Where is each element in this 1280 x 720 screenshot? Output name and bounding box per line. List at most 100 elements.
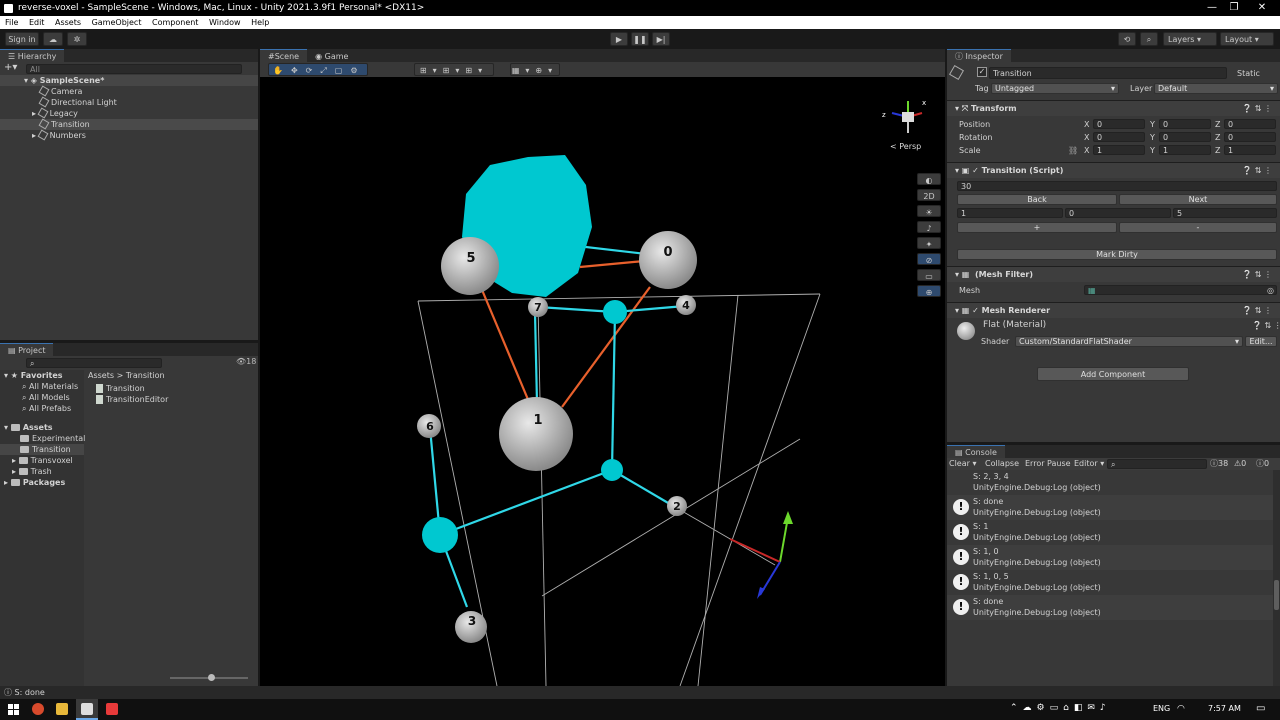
script-value-field[interactable]: 30 [957,181,1277,191]
console-scrollbar[interactable] [1273,470,1280,686]
menu-file[interactable]: File [5,18,18,27]
cyan-sphere[interactable] [601,459,623,481]
file-transition[interactable]: Transition [96,383,145,394]
editor-dropdown[interactable]: Editor ▾ [1074,458,1104,469]
light-toggle-icon[interactable]: ☀ [917,205,941,217]
packages-folder[interactable]: ▸ Packages [4,477,65,488]
position-z-field[interactable]: 0 [1224,119,1276,129]
script-int-field-3[interactable]: 5 [1173,208,1277,218]
position-y-field[interactable]: 0 [1159,119,1211,129]
perspective-label[interactable]: < Persp [890,142,921,151]
plus-button[interactable]: + [957,222,1117,233]
cloud-icon[interactable]: ☁ [43,32,63,46]
close-icon[interactable]: ✕ [1250,0,1274,16]
project-search-input[interactable]: ⌕ [26,358,162,368]
history-icon[interactable]: ⟲ [1118,32,1136,46]
transform-header[interactable]: ▾ ⤧ Transform ❔ ⇅ ⋮ [947,100,1280,116]
wifi-icon[interactable]: ◠ [1177,704,1185,714]
folder-transvoxel[interactable]: ▸ Transvoxel [12,455,73,466]
folder-trash[interactable]: ▸ Trash [12,466,52,477]
scale-x-field[interactable]: 1 [1093,145,1145,155]
tab-inspector[interactable]: ⓘ Inspector [947,49,1011,62]
grid-tools[interactable]: ▦▾⊕▾ [510,63,560,76]
mark-dirty-button[interactable]: Mark Dirty [957,249,1277,260]
layout-dropdown[interactable]: Layout ▾ [1220,32,1274,46]
script-int-field-2[interactable]: 0 [1065,208,1171,218]
menu-window[interactable]: Window [209,18,241,27]
scene-row[interactable]: ▾ ◈ SampleScene* [0,75,258,86]
favorites-header[interactable]: ▾ ★ Favorites [4,370,63,381]
rotation-y-field[interactable]: 0 [1159,132,1211,142]
gizmo-y-arrow[interactable] [783,511,793,524]
layer-dropdown[interactable]: Default ▾ [1154,83,1278,94]
info-count-badge[interactable]: ⓘ38 [1210,458,1228,469]
2d-toggle-button[interactable]: 2D [917,189,941,201]
cyan-sphere[interactable] [603,300,627,324]
hierarchy-item-numbers[interactable]: ▸ Numbers [32,129,86,141]
console-search-input[interactable]: ⌕ [1107,459,1207,469]
scale-z-field[interactable]: 1 [1224,145,1276,155]
transition-script-header[interactable]: ▾ ▣ ✓ Transition (Script) ❔ ⇅ ⋮ [947,162,1280,178]
breadcrumb-transition[interactable]: Transition [126,371,165,380]
folder-experimental[interactable]: Experimental [20,433,85,444]
object-picker-icon[interactable]: ◎ [1267,286,1274,295]
minimize-icon[interactable]: — [1200,0,1224,16]
node-sphere-5[interactable] [441,237,499,295]
log-entry-text[interactable]: UnityEngine.Debug:Log (object) [973,482,1101,493]
fav-all-prefabs[interactable]: ⌕ All Prefabs [22,403,71,414]
status-text[interactable]: S: done [15,688,45,697]
assets-folder[interactable]: ▾ Assets [4,422,53,433]
mesh-renderer-header[interactable]: ▾ ▦ ✓ Mesh Renderer ❔ ⇅ ⋮ [947,302,1280,318]
language-indicator[interactable]: ENG [1153,704,1170,713]
zoom-slider[interactable] [170,674,248,681]
notification-icon[interactable]: ▭ [1256,703,1265,714]
constrain-proportions-icon[interactable]: ⛓ [1068,145,1078,156]
hierarchy-item-camera[interactable]: Camera [38,85,82,97]
effects-icon[interactable]: ✦ [917,237,941,249]
collapse-toggle[interactable]: Collapse [985,458,1019,469]
menu-component[interactable]: Component [152,18,198,27]
gizmos-icon[interactable]: ⊕ [917,285,941,297]
file-transition-editor[interactable]: TransitionEditor [96,394,168,405]
tab-scene[interactable]: #Scene [260,49,308,62]
scene-viewport[interactable]: 5 0 7 4 1 6 2 3 z x < Persp [260,77,945,686]
log-entry-text[interactable]: S: 1 [973,521,988,532]
hierarchy-item-light[interactable]: Directional Light [38,96,117,108]
search-icon[interactable]: ⌕ [1140,32,1158,46]
file-explorer-icon[interactable] [56,703,68,715]
recorder-icon[interactable] [106,703,118,715]
fav-all-materials[interactable]: ⌕ All Materials [22,381,78,392]
zoom-slider-handle[interactable] [208,674,215,681]
unity-taskbar-item[interactable] [76,699,98,720]
log-entry-text[interactable]: S: 1, 0, 5 [973,571,1009,582]
position-x-field[interactable]: 0 [1093,119,1145,129]
breadcrumb-assets[interactable]: Assets [88,371,114,380]
material-options-icon[interactable]: ❔ ⇅ ⋮ [1252,320,1280,331]
hierarchy-search-input[interactable]: All [26,64,242,74]
tab-hierarchy[interactable]: ☰ Hierarchy [0,49,65,62]
tab-console[interactable]: ▤ Console [947,445,1005,458]
pause-icon[interactable]: ❚❚ [631,32,649,46]
add-icon[interactable]: +▾ [4,63,18,74]
hierarchy-item-transition[interactable]: Transition [0,118,258,130]
clock[interactable]: 7:57 AM [1208,704,1241,713]
pivot-tools[interactable]: ⊞▾⊞▾⊞▾ [414,63,494,76]
overlay-button[interactable]: ◐ [917,173,941,185]
maximize-icon[interactable]: ❐ [1222,0,1246,16]
active-checkbox[interactable]: ✓ [977,67,987,77]
menu-help[interactable]: Help [251,18,269,27]
tray-icons[interactable]: ⌃☁⚙▭⌂◧✉♪ [1010,703,1111,713]
camera-icon[interactable]: ▭ [917,269,941,281]
menu-gameobject[interactable]: GameObject [92,18,142,27]
next-button[interactable]: Next [1119,194,1277,205]
hidden-toggle-icon[interactable]: ⊘ [917,253,941,265]
windows-start-icon[interactable] [8,704,19,715]
rotation-x-field[interactable]: 0 [1093,132,1145,142]
object-name-field[interactable]: Transition [989,67,1227,79]
audio-toggle-icon[interactable]: ♪ [917,221,941,233]
cyan-sphere[interactable] [422,517,458,553]
clear-button[interactable]: Clear ▾ [949,458,976,469]
sign-in-button[interactable]: Sign in [5,32,39,46]
move-gizmo[interactable] [729,511,793,599]
folder-transition[interactable]: Transition [0,444,84,455]
